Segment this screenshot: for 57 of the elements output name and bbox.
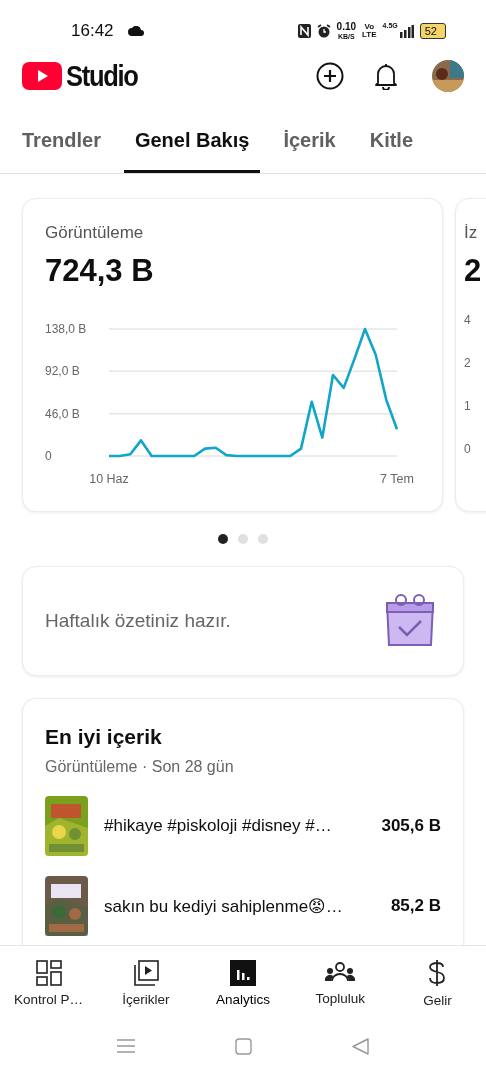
signal-icon	[399, 24, 414, 38]
card-title: En iyi içerik	[45, 725, 163, 749]
alarm-icon	[316, 24, 331, 38]
tab[interactable]: Genel Bakış	[123, 111, 261, 173]
studio-logo-text: Studio	[66, 59, 138, 93]
tab[interactable]: Kitle	[358, 111, 425, 173]
view-count: 305,6 B	[381, 816, 441, 836]
page-indicator-dot[interactable]	[258, 534, 268, 544]
metric-value: 724,3 B	[45, 253, 155, 289]
tab[interactable]: Trendler	[11, 111, 112, 173]
nav-item[interactable]: Gelir	[388, 946, 486, 1020]
cloud-icon	[127, 26, 144, 36]
back-icon[interactable]	[352, 1037, 369, 1055]
weekly-summary-card[interactable]: Haftalık özetiniz hazır.	[22, 566, 464, 676]
y-axis-label: 92,0 B	[45, 364, 80, 379]
volte-indicator: Vo LTE	[362, 23, 377, 39]
notification-icon[interactable]	[374, 62, 398, 90]
metric-value: 2	[464, 253, 483, 289]
dollar-icon	[427, 958, 448, 987]
video-title: sakın bu kediyi sahiplenme😡…	[104, 895, 344, 917]
battery-indicator: 52	[419, 23, 446, 39]
card-subtitle: Görüntüleme · Son 28 gün	[45, 758, 235, 776]
content-row[interactable]: #hikaye #piskoloji #disney #… 305,6 B	[45, 796, 441, 856]
metric-title: Görüntüleme	[45, 223, 145, 243]
home-icon[interactable]	[235, 1037, 252, 1055]
weekly-summary-text: Haftalık özetiniz hazır.	[45, 610, 231, 632]
nav-item[interactable]: Kontrol P…	[0, 946, 98, 1020]
page-indicator-dot[interactable]	[238, 534, 248, 544]
avatar[interactable]	[432, 60, 464, 92]
y-axis-label: 0	[45, 449, 52, 463]
add-icon[interactable]	[316, 62, 344, 90]
menu-icon[interactable]	[117, 1038, 135, 1054]
x-axis-label: 10 Haz	[89, 472, 129, 486]
play-logo-icon	[22, 62, 62, 90]
metric-title: İz	[464, 223, 479, 243]
video-library-icon	[132, 959, 159, 986]
y-axis-label: 0	[464, 442, 472, 456]
y-axis-label: 2	[464, 356, 472, 370]
dashboard-icon	[35, 959, 62, 986]
tab[interactable]: İçerik	[272, 111, 347, 173]
y-axis-label: 46,0 B	[45, 406, 80, 421]
content-row[interactable]: sakın bu kediyi sahiplenme😡… 85,2 B	[45, 876, 441, 936]
nav-item[interactable]: Analytics	[194, 946, 292, 1020]
page-indicator-dot[interactable]	[218, 534, 228, 544]
metric-card[interactable]: İz 2 4 2 1 0	[455, 198, 486, 512]
y-axis-label: 138,0 B	[45, 322, 87, 336]
nav-item[interactable]: İçerikler	[97, 946, 195, 1020]
view-count: 85,2 B	[390, 896, 441, 916]
nav-item[interactable]: Topluluk	[291, 946, 389, 1020]
bar-chart-icon	[230, 959, 256, 986]
clock-time: 16:42	[71, 21, 114, 41]
y-axis-label: 4	[464, 313, 472, 327]
video-title: #hikaye #piskoloji #disney #…	[104, 816, 333, 836]
y-axis-label: 1	[464, 399, 472, 413]
metric-card[interactable]: Görüntüleme 724,3 B 138,0 B 92,0 B 46,0 B 0 10 Haz 7 Tem	[22, 198, 443, 512]
x-axis-label: 7 Tem	[380, 472, 414, 486]
nfc-icon	[297, 24, 311, 38]
